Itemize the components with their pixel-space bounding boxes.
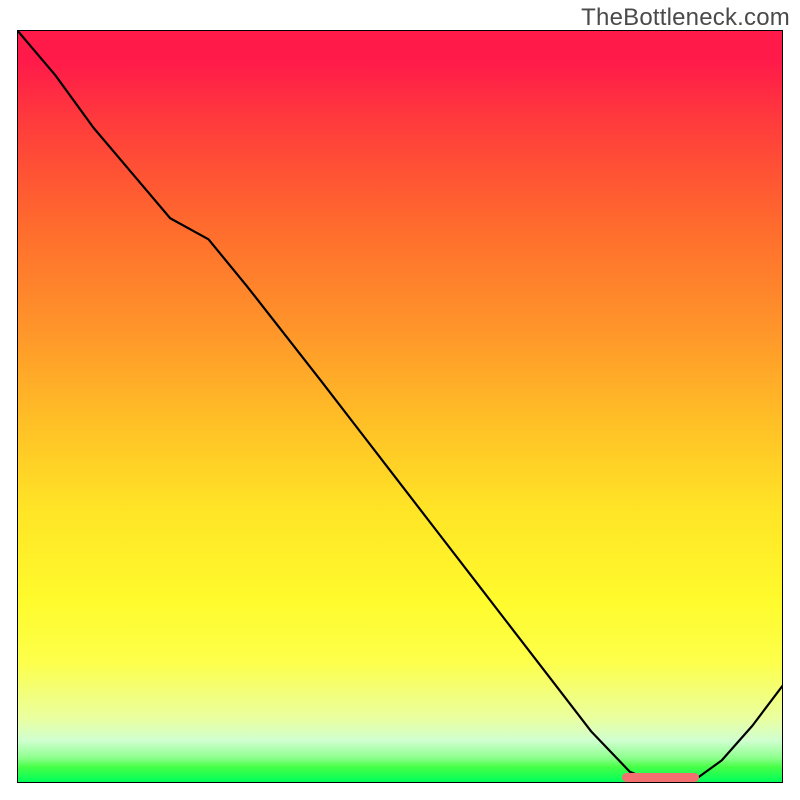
chart-container: TheBottleneck.com xyxy=(0,0,800,800)
heatmap-gradient xyxy=(17,30,783,783)
plot-area xyxy=(17,30,783,783)
optimal-range-marker xyxy=(622,773,699,782)
watermark-text: TheBottleneck.com xyxy=(581,4,790,32)
